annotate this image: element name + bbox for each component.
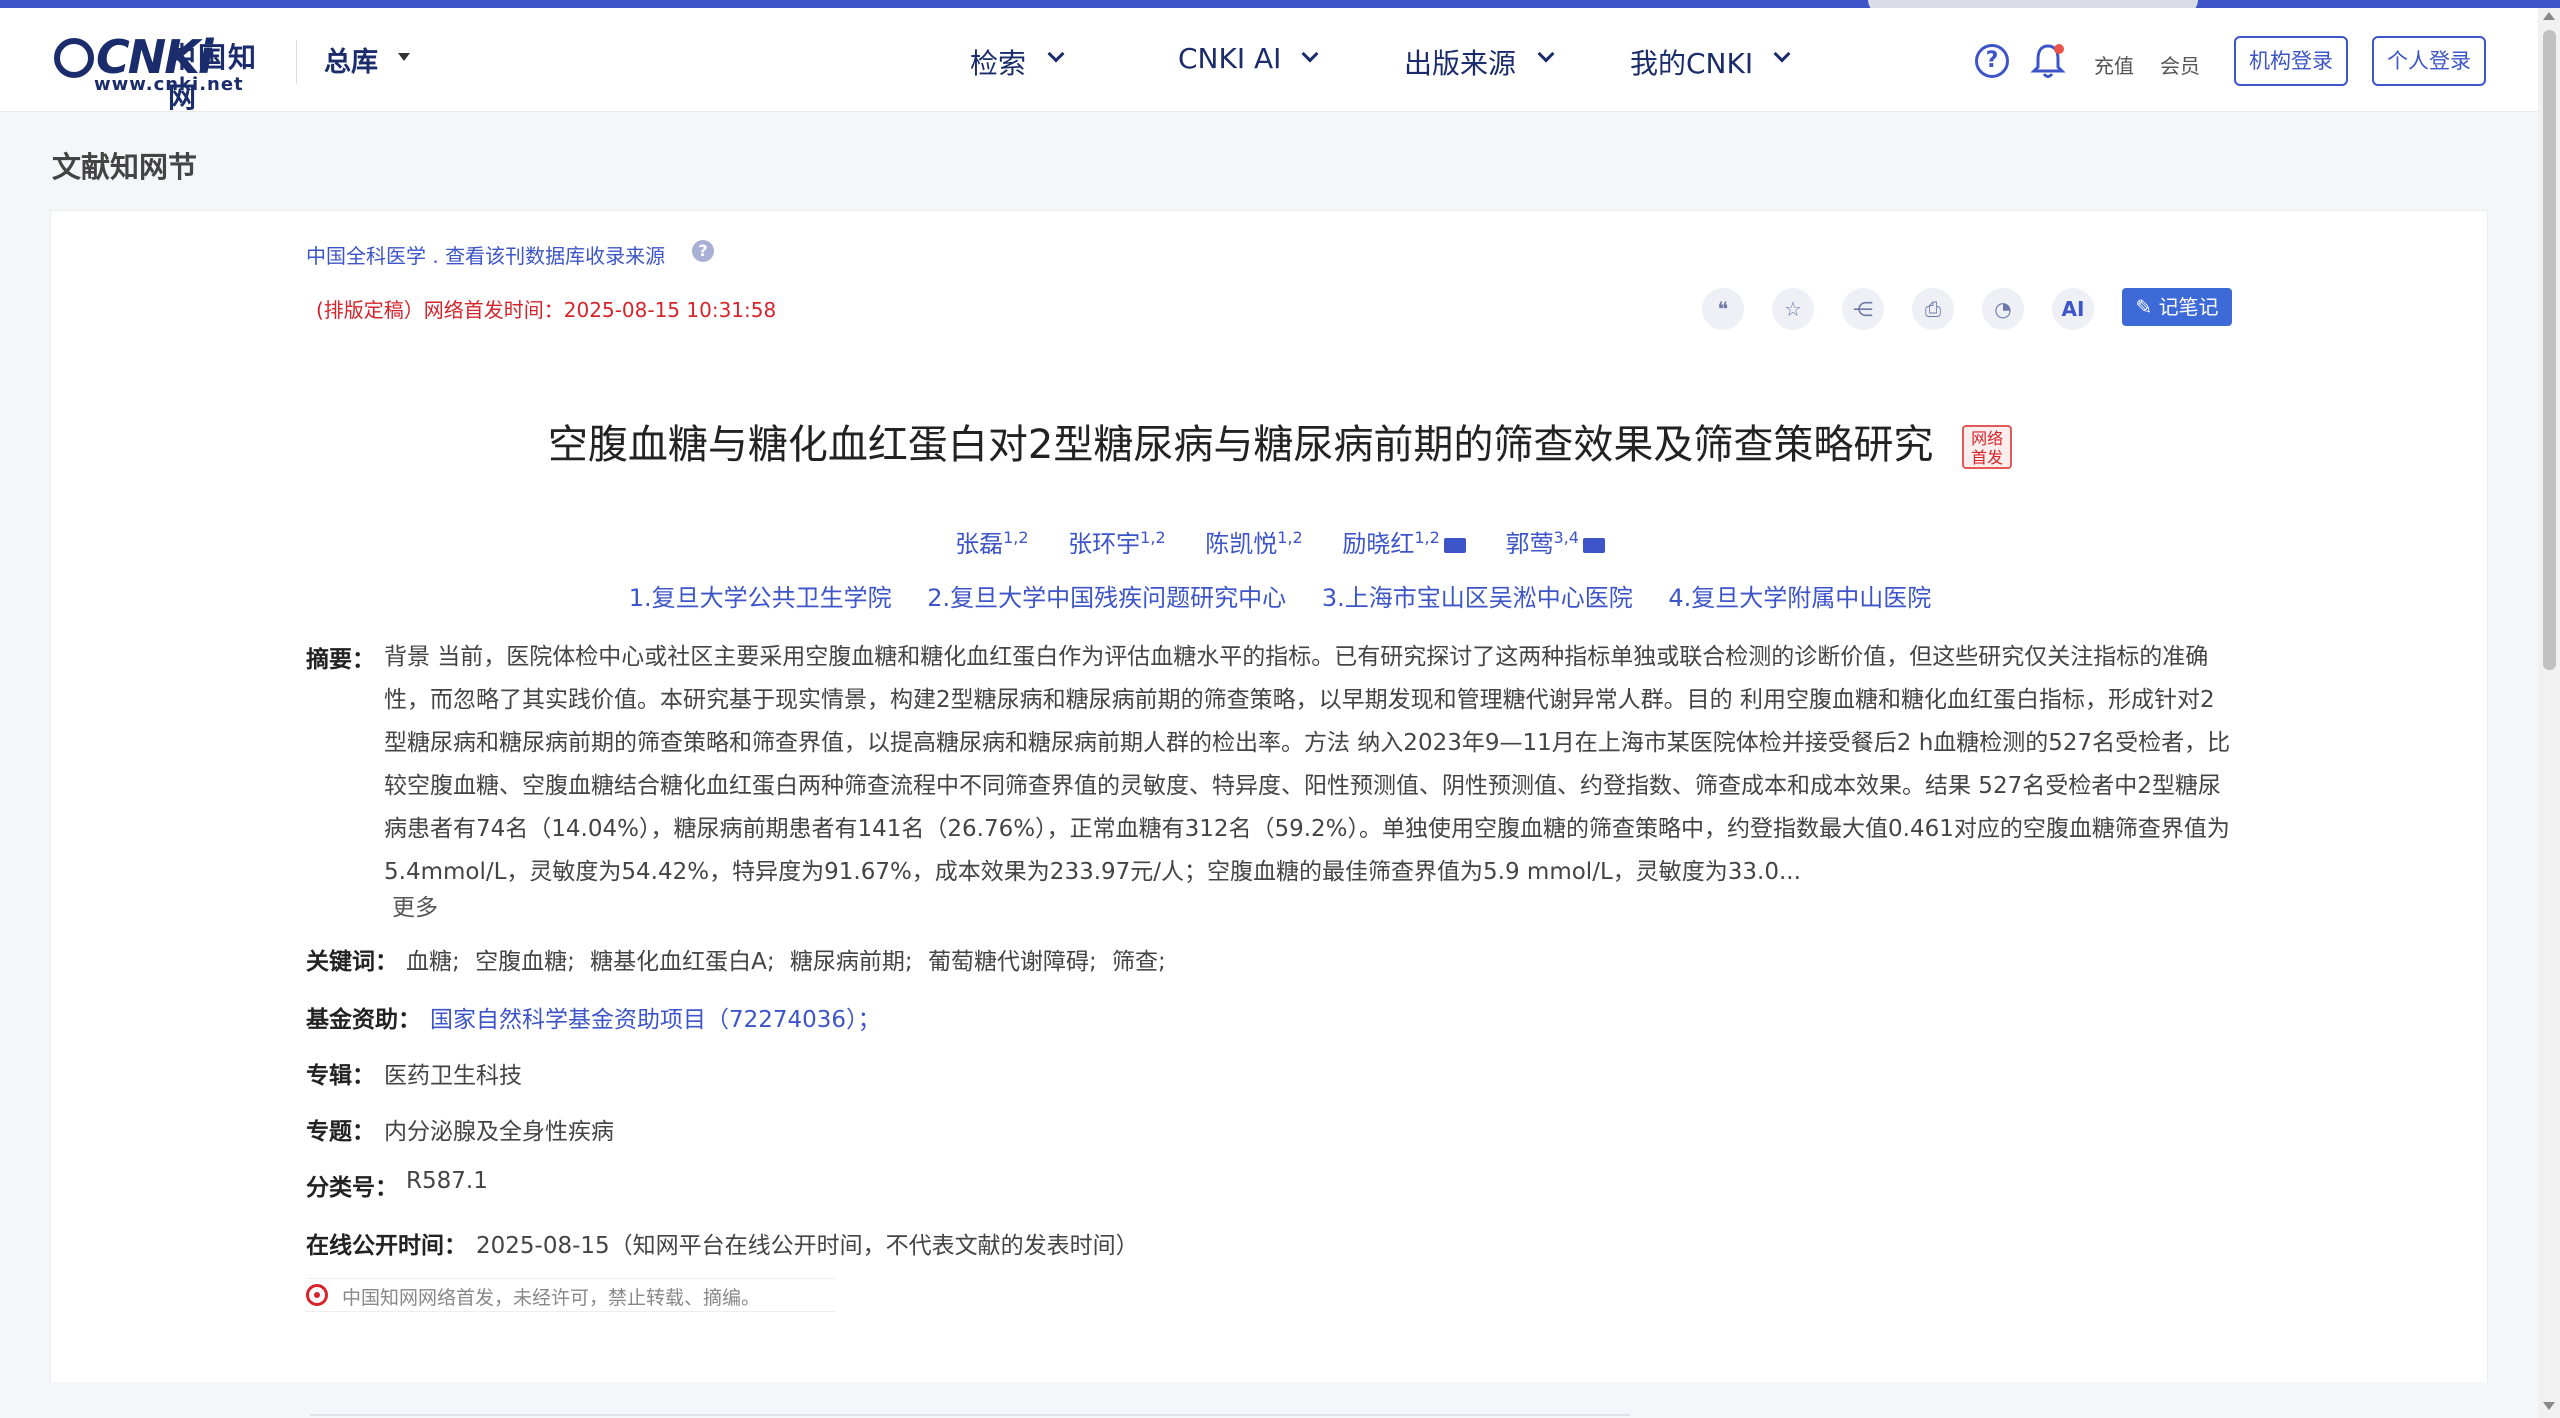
ai-icon[interactable]: AI [2052,288,2094,330]
section-title: 文献知网节 [52,150,198,184]
caret-down-icon[interactable] [398,53,410,61]
chevron-down-icon[interactable] [1537,45,1555,63]
recharge-link[interactable]: 充值 [2094,50,2134,79]
cnki-logo[interactable]: CNKi 中国知网 www.cnki.net [50,30,260,114]
scroll-up-icon[interactable] [2543,12,2555,20]
question-icon[interactable]: ? [692,240,714,262]
class-label: 分类号： [306,1175,398,1201]
author-link[interactable]: 励晓红1,2 [1342,524,1466,559]
mail-icon[interactable] [1582,537,1605,553]
online-time-label: 在线公开时间： [306,1233,467,1259]
author-link[interactable]: 郭莺3,4 [1505,524,1605,559]
author-link[interactable]: 陈凯悦1,2 [1205,524,1302,559]
chevron-down-icon[interactable] [1301,45,1319,63]
nav-my-cnki[interactable]: 我的CNKI [1630,42,1753,82]
fund-label: 基金资助： [306,1007,421,1033]
keyword-link[interactable]: 葡萄糖代谢障碍; [928,949,1097,975]
paper-title-row: 空腹血糖与糖化血红蛋白对2型糖尿病与糖尿病前期的筛查效果及筛查策略研究 网络首发 [0,412,2560,470]
take-note-button[interactable]: ✎ 记笔记 [2122,288,2232,326]
abstract-text: 背景 当前，医院体检中心或社区主要采用空腹血糖和糖化血红蛋白作为评估血糖水平的指… [384,644,2231,885]
journal-source-link[interactable]: 中国全科医学 . 查看该刊数据库收录来源 [306,240,665,269]
print-icon[interactable]: ⎙ [1912,288,1954,330]
keyword-link[interactable]: 筛查; [1112,949,1166,975]
copyright-text: 中国知网网络首发，未经许可，禁止转载、摘编。 [342,1287,761,1309]
affiliation-link[interactable]: 2.复旦大学中国残疾问题研究中心 [927,578,1286,613]
scrollbar-thumb[interactable] [2543,30,2556,670]
keyword-link[interactable]: 糖尿病前期; [790,949,913,975]
keyword-list: 血糖; 空腹血糖; 糖基化血红蛋白A; 糖尿病前期; 葡萄糖代谢障碍; 筛查; [406,942,1174,976]
topic-value: 内分泌腺及全身性疾病 [384,1119,614,1145]
keyword-link[interactable]: 空腹血糖; [475,949,575,975]
nav-cnki-ai[interactable]: CNKI AI [1178,42,1281,75]
help-icon[interactable]: ? [1975,44,2009,78]
affiliation-link[interactable]: 3.上海市宝山区吴淞中心医院 [1322,578,1633,613]
affiliation-link[interactable]: 1.复旦大学公共卫生学院 [629,578,892,613]
nav-search[interactable]: 检索 [970,42,1026,82]
author-link[interactable]: 张环宇1,2 [1068,524,1165,559]
institution-login-button[interactable]: 机构登录 [2234,36,2348,86]
site-header: CNKi 中国知网 www.cnki.net 总库 检索 CNKI AI 出版来… [0,8,2538,114]
series-value: 医药卫生科技 [384,1063,522,1089]
star-icon[interactable]: ☆ [1772,288,1814,330]
series-label: 专辑： [306,1063,375,1089]
logo-ring-icon [54,38,94,78]
author-list: 张磊1,2 张环宇1,2 陈凯悦1,2 励晓红1,2 郭莺3,4 [0,524,2560,559]
fund-link[interactable]: 国家自然科学基金资助项目（72274036）； [430,1000,881,1034]
quote-icon[interactable]: ❝ [1702,288,1744,330]
publish-time: (排版定稿）网络首发时间：2025-08-15 10:31:58 [316,298,777,322]
mail-icon[interactable] [1443,537,1466,553]
online-time-value: 2025-08-15（知网平台在线公开时间，不代表文献的发表时间） [476,1233,1139,1259]
share-icon[interactable]: ⋲ [1842,288,1884,330]
bell-icon[interactable] [2030,42,2066,80]
affiliation-list: 1.复旦大学公共卫生学院 2.复旦大学中国残疾问题研究中心 3.上海市宝山区吴淞… [0,578,2560,613]
chevron-down-icon[interactable] [1773,45,1791,63]
keyword-link[interactable]: 血糖; [406,949,460,975]
scroll-down-icon[interactable] [2543,1402,2555,1410]
abstract-label: 摘要： [306,647,375,673]
copyright-icon [306,1284,328,1306]
keyword-link[interactable]: 糖基化血红蛋白A; [590,949,774,975]
author-link[interactable]: 张磊1,2 [955,524,1028,559]
nav-publications[interactable]: 出版来源 [1404,42,1516,82]
paper-title: 空腹血糖与糖化血红蛋白对2型糖尿病与糖尿病前期的筛查效果及筛查策略研究 [547,422,1934,468]
topic-label: 专题： [306,1119,375,1145]
online-first-badge: 网络首发 [1962,425,2013,469]
copyright-notice: 中国知网网络首发，未经许可，禁止转载、摘编。 [306,1278,836,1312]
class-value: R587.1 [406,1168,488,1194]
note-label: 记笔记 [2158,295,2219,319]
personal-login-button[interactable]: 个人登录 [2372,36,2486,86]
member-link[interactable]: 会员 [2160,50,2200,79]
notify-bell-icon[interactable]: ◔ [1982,288,2024,330]
chevron-down-icon[interactable] [1047,45,1065,63]
more-link[interactable]: 更多 [392,888,438,922]
logo-url: www.cnki.net [94,74,244,95]
library-select[interactable]: 总库 [324,40,378,79]
card-footer-area [50,1382,2488,1418]
affiliation-link[interactable]: 4.复旦大学附属中山医院 [1668,578,1931,613]
tab-bar-hint [310,1414,1630,1416]
keywords-label: 关键词： [306,949,398,975]
header-divider [296,40,297,84]
